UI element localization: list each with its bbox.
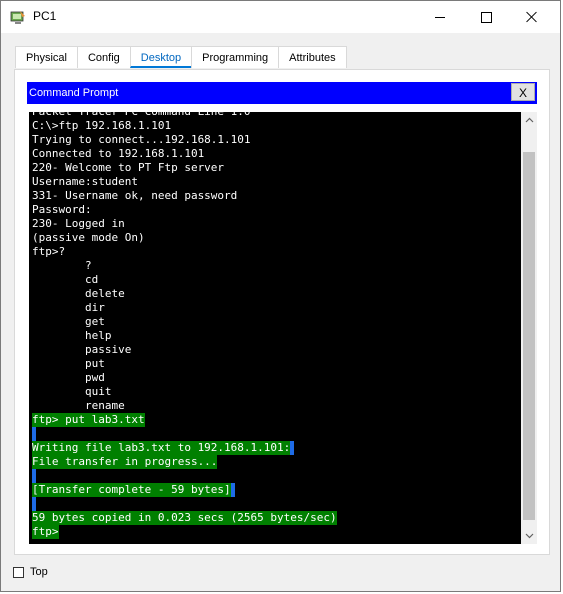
terminal-line: Password:: [32, 203, 337, 217]
terminal-line: ?: [32, 259, 337, 273]
tab-attributes[interactable]: Attributes: [278, 46, 347, 68]
terminal-line: dir: [32, 301, 337, 315]
terminal-line-text: Packet Tracer PC Command Line 1.0: [32, 112, 251, 119]
chevron-down-icon: [525, 533, 533, 539]
terminal-line: Writing file lab3.txt to 192.168.1.101:: [32, 441, 337, 455]
title-bar[interactable]: PC1: [1, 1, 560, 33]
tab-physical[interactable]: Physical: [15, 46, 78, 68]
tab-desktop[interactable]: Desktop: [129, 46, 193, 68]
terminal-line: 59 bytes copied in 0.023 secs (2565 byte…: [32, 511, 337, 525]
terminal-line: pwd: [32, 371, 337, 385]
terminal-line: [32, 427, 337, 441]
terminal-line-text: File transfer in progress...: [32, 455, 218, 469]
packet-tracer-pc-icon: [10, 11, 25, 24]
terminal-line: ftp> put lab3.txt: [32, 413, 337, 427]
terminal-line: 331- Username ok, need password: [32, 189, 337, 203]
terminal-line: Packet Tracer PC Command Line 1.0: [32, 112, 337, 119]
top-option[interactable]: Top: [13, 566, 48, 578]
terminal-line: get: [32, 315, 337, 329]
scroll-down-button[interactable]: [521, 528, 537, 544]
terminal-line: put: [32, 357, 337, 371]
terminal-line: (passive mode On): [32, 231, 337, 245]
selection-marker: [230, 483, 235, 497]
terminal-line: Trying to connect...192.168.1.101: [32, 133, 337, 147]
close-button[interactable]: [509, 1, 555, 33]
terminal-line: quit: [32, 385, 337, 399]
terminal-line-text: Trying to connect...192.168.1.101: [32, 133, 251, 146]
tab-bar: Physical Config Desktop Programming Attribut…: [15, 46, 347, 68]
terminal-line: File transfer in progress...: [32, 455, 337, 469]
selection-marker: [32, 469, 36, 483]
terminal-line: [32, 469, 337, 483]
terminal-line-text: dir: [32, 301, 105, 314]
terminal-line-text: get: [32, 315, 105, 328]
terminal-line-text: 230- Logged in: [32, 217, 125, 230]
terminal-line-text: help: [32, 329, 112, 342]
tab-programming[interactable]: Programming: [191, 46, 280, 68]
minimize-button[interactable]: [417, 1, 463, 33]
terminal-line-text: ftp> put lab3.txt: [32, 413, 145, 427]
command-prompt-close-button[interactable]: X: [511, 83, 535, 101]
desktop-panel: Command Prompt X Packet Tracer PC Comman…: [14, 69, 550, 555]
terminal-line-text: 59 bytes copied in 0.023 secs (2565 byte…: [32, 511, 337, 525]
terminal-line-text: (passive mode On): [32, 231, 145, 244]
terminal-line: [Transfer complete - 59 bytes]: [32, 483, 337, 497]
pc1-window: PC1 Physical Config Desktop Programming Attr…: [0, 0, 561, 592]
terminal-line-text: 220- Welcome to PT Ftp server: [32, 161, 225, 174]
terminal-line: Connected to 192.168.1.101: [32, 147, 337, 161]
terminal-line: 230- Logged in: [32, 217, 337, 231]
top-checkbox[interactable]: [13, 566, 24, 578]
terminal-line-text: Connected to 192.168.1.101: [32, 147, 205, 160]
command-prompt-title: Command Prompt: [29, 87, 119, 99]
terminal-line-text: passive: [32, 343, 132, 356]
terminal-line: Username:student: [32, 175, 337, 189]
terminal-line-text: ftp>: [32, 525, 59, 539]
terminal-line: passive: [32, 343, 337, 357]
terminal-line: 220- Welcome to PT Ftp server: [32, 161, 337, 175]
chevron-up-icon: [525, 117, 533, 123]
terminal-line-text: ?: [32, 259, 92, 272]
terminal-line-text: cd: [32, 273, 99, 286]
window-title: PC1: [33, 9, 57, 23]
command-prompt-header: Command Prompt X: [27, 82, 537, 104]
terminal-line: delete: [32, 287, 337, 301]
scrollbar-thumb[interactable]: [523, 152, 535, 520]
terminal-line-text: Username:student: [32, 175, 138, 188]
terminal-line: ftp>: [32, 525, 337, 539]
terminal-scrollbar[interactable]: [521, 112, 537, 544]
terminal-line: C:\>ftp 192.168.1.101: [32, 119, 337, 133]
terminal-line-text: put: [32, 357, 105, 370]
terminal-line-text: 331- Username ok, need password: [32, 189, 238, 202]
terminal-line-text: pwd: [32, 371, 105, 384]
terminal-output[interactable]: Packet Tracer PC Command Line 1.0C:\>ftp…: [29, 112, 521, 544]
maximize-icon: [480, 11, 492, 23]
terminal-line-text: Writing file lab3.txt to 192.168.1.101:: [32, 441, 291, 455]
terminal-line-text: Password:: [32, 203, 92, 216]
close-icon: [526, 11, 538, 23]
terminal-line: cd: [32, 273, 337, 287]
maximize-button[interactable]: [463, 1, 509, 33]
minimize-icon: [435, 16, 445, 18]
selection-marker: [32, 427, 36, 441]
terminal-line-text: [Transfer complete - 59 bytes]: [32, 483, 231, 497]
selection-marker: [290, 441, 295, 455]
tab-config[interactable]: Config: [76, 46, 131, 68]
scroll-up-button[interactable]: [521, 112, 537, 128]
terminal-line-text: C:\>ftp 192.168.1.101: [32, 119, 172, 132]
terminal-line: [32, 497, 337, 511]
top-label: Top: [30, 566, 48, 578]
terminal-line-text: quit: [32, 385, 112, 398]
terminal-line: rename: [32, 399, 337, 413]
terminal-line-text: ftp>?: [32, 245, 66, 258]
terminal-line: ftp>?: [32, 245, 337, 259]
selection-marker: [32, 497, 36, 511]
terminal-lines: Packet Tracer PC Command Line 1.0C:\>ftp…: [32, 112, 337, 539]
terminal-line: help: [32, 329, 337, 343]
terminal-line-text: delete: [32, 287, 125, 300]
terminal-line-text: rename: [32, 399, 125, 412]
